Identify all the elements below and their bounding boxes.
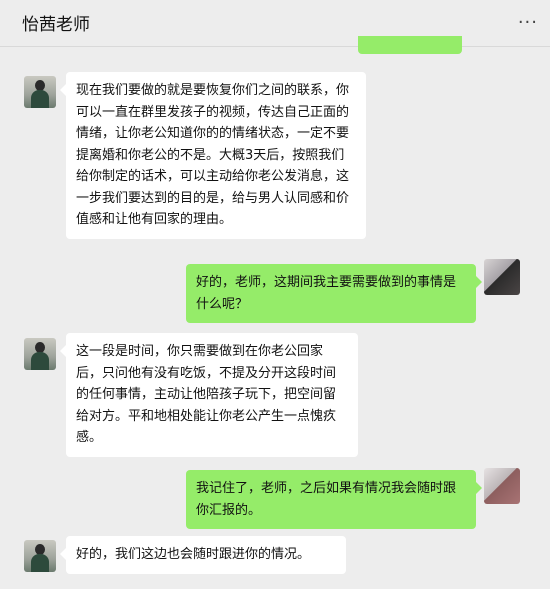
message-bubble-user: 我记住了，老师，之后如果有情况我会随时跟你汇报的。 (186, 470, 482, 529)
message-bubble-user: 好的，老师，这期间我主要需要做到的事情是什么呢？ (186, 264, 482, 323)
message-bubble-teacher: 现在我们要做的就是要恢复你们之间的联系，你可以一直在群里发孩子的视频，传达自己正… (60, 72, 366, 239)
message-bubble-teacher: 这一段是时间，你只需要做到在你老公回家后，只问他有没有吃饭，不提及分开这段时间的… (60, 333, 358, 457)
more-dots-icon[interactable]: ··· (518, 14, 538, 32)
chat-title: 怡茜老师 (22, 15, 90, 35)
user-avatar[interactable] (484, 468, 520, 504)
message-bubble-teacher: 好的，我们这边也会随时跟进你的情况。 (60, 536, 346, 574)
previous-message-bubble (358, 36, 462, 54)
teacher-avatar[interactable] (24, 540, 56, 572)
teacher-avatar[interactable] (24, 76, 56, 108)
chat-header: 怡茜老师 ··· (0, 0, 550, 47)
user-avatar[interactable] (484, 259, 520, 295)
teacher-avatar[interactable] (24, 338, 56, 370)
